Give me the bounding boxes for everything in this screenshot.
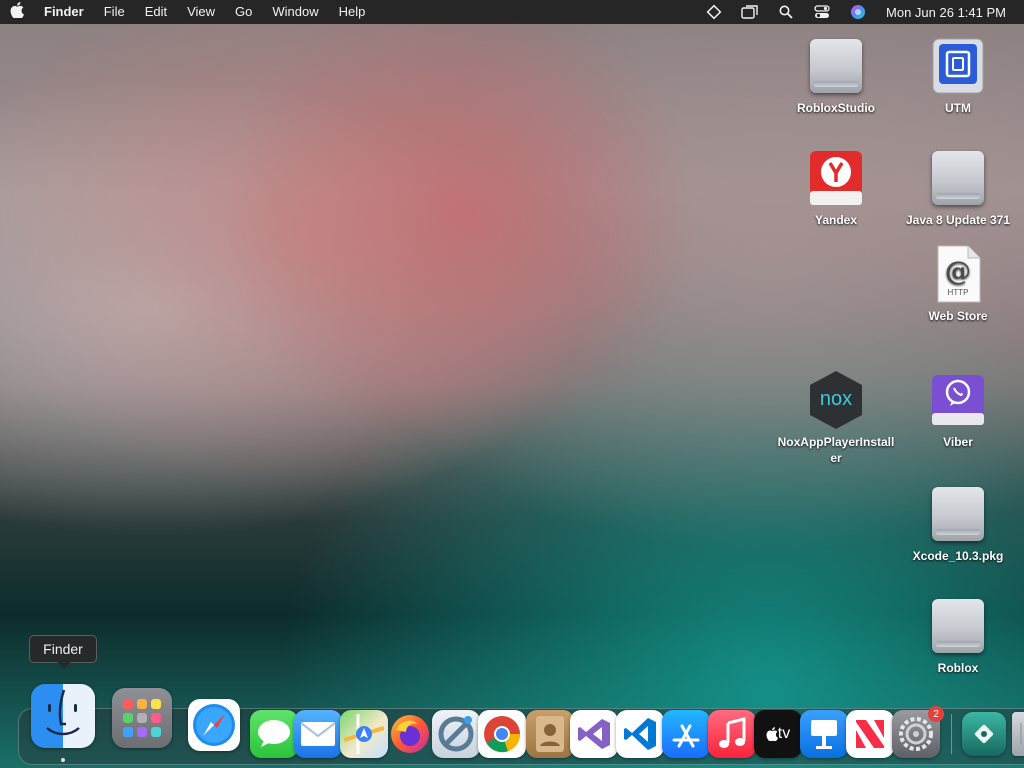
dock-app-music[interactable] [708, 710, 756, 758]
stack-icon [974, 724, 994, 744]
dock-app-messages[interactable] [250, 710, 298, 758]
desktop-item-label: Roblox [937, 661, 979, 675]
nox-logo-text: nox [819, 388, 853, 410]
dock-app-trash[interactable] [1012, 712, 1024, 756]
webloc-badge-label: HTTP [947, 288, 969, 297]
desktop-item-label: Viber [943, 435, 973, 449]
desktop-item-label: Java 8 Update 371 [905, 213, 1011, 227]
no-sign-icon [438, 716, 474, 752]
utm-app-icon [926, 34, 990, 98]
menu-file[interactable]: File [94, 0, 135, 24]
menu-view[interactable]: View [177, 0, 225, 24]
dock-tooltip: Finder [29, 635, 97, 669]
desktop-item-label: UTM [945, 101, 971, 115]
menu-help[interactable]: Help [329, 0, 376, 24]
tv-label: tv [777, 725, 791, 742]
desktop-item-label: Xcode_10.3.pkg [912, 549, 1004, 563]
diamond-icon[interactable] [703, 4, 725, 20]
launchpad-icon [123, 699, 161, 737]
disk-image-icon [926, 146, 990, 210]
safari-icon [193, 704, 235, 746]
desktop-item-xcode-pkg[interactable]: Xcode_10.3.pkg [898, 482, 1018, 564]
dock-app-firefox[interactable] [386, 710, 434, 758]
app-store-icon [672, 724, 700, 748]
apple-icon[interactable] [0, 2, 34, 22]
desktop-item-roblox[interactable]: Roblox [898, 594, 1018, 676]
menu-edit[interactable]: Edit [135, 0, 177, 24]
yandex-app-icon [804, 146, 868, 210]
maps-icon [344, 714, 384, 754]
visual-studio-icon [578, 719, 610, 749]
viber-disk-icon [926, 368, 990, 432]
apple-tv-icon: tv [766, 725, 790, 743]
dock-app-finder[interactable] [31, 684, 95, 748]
menu-window[interactable]: Window [262, 0, 328, 24]
desktop-item-label: Yandex [814, 213, 858, 227]
disk-image-icon [926, 594, 990, 658]
window-icon[interactable] [739, 4, 761, 20]
dock-app-app-store[interactable] [662, 710, 710, 758]
desktop-item-yandex[interactable]: Yandex [776, 146, 896, 228]
desktop-item-nox[interactable]: nox NoxAppPlayerInstaller [776, 368, 896, 466]
dock-app-maps[interactable] [340, 710, 388, 758]
mail-icon [300, 722, 336, 746]
svg-text:@: @ [945, 257, 971, 287]
running-indicator [61, 758, 65, 762]
vscode-icon [624, 718, 656, 750]
menu-bar: Finder File Edit View Go Window Help Mon… [0, 0, 1024, 24]
dock-app-compressor[interactable] [432, 710, 480, 758]
dock-app-contacts[interactable] [526, 710, 574, 758]
firefox-icon [391, 715, 429, 753]
desktop-item-webstore[interactable]: @ HTTP Web Store [898, 242, 1018, 324]
dock-app-launchpad[interactable] [112, 688, 172, 748]
disk-image-icon [804, 34, 868, 98]
control-center-icon[interactable] [811, 4, 833, 20]
dock-app-visual-studio[interactable] [570, 710, 618, 758]
dock-app-chrome[interactable] [478, 710, 526, 758]
dock-app-safari[interactable] [188, 699, 240, 751]
menu-app-name[interactable]: Finder [34, 0, 94, 24]
search-icon[interactable] [775, 4, 797, 20]
dock-app-mail[interactable] [294, 710, 342, 758]
dock-app-tv[interactable]: tv [754, 710, 802, 758]
siri-icon[interactable] [847, 4, 869, 20]
desktop-item-label: NoxAppPlayerInstaller [777, 435, 895, 465]
news-icon [856, 720, 884, 748]
webloc-document-icon: @ HTTP [926, 242, 990, 306]
desktop-item-utm[interactable]: UTM [898, 34, 1018, 116]
notification-badge: 2 [928, 706, 944, 722]
desktop-item-viber[interactable]: Viber [898, 368, 1018, 450]
dock-app-system-settings[interactable]: 2 [892, 706, 944, 758]
trash-icon [1020, 723, 1022, 745]
desktop-item-robloxstudio[interactable]: RobloxStudio [776, 34, 896, 116]
dock-app-news[interactable] [846, 710, 894, 758]
disk-image-icon [926, 482, 990, 546]
finder-icon [46, 689, 80, 736]
nox-app-icon: nox [804, 368, 868, 432]
desktop-item-java[interactable]: Java 8 Update 371 [898, 146, 1018, 228]
menu-go[interactable]: Go [225, 0, 262, 24]
dock-divider [951, 714, 952, 754]
messages-icon [258, 720, 290, 747]
chrome-icon [484, 716, 521, 753]
keynote-icon [811, 720, 837, 749]
desktop-item-label: Web Store [928, 309, 988, 323]
contacts-icon [536, 716, 564, 752]
dock-app-vscode[interactable] [616, 710, 664, 758]
menu-clock[interactable]: Mon Jun 26 1:41 PM [886, 5, 1006, 20]
music-icon [719, 717, 746, 748]
desktop-item-label: RobloxStudio [797, 101, 875, 115]
dock-stack-downloads[interactable] [962, 712, 1006, 756]
dock-app-keynote[interactable] [800, 710, 848, 758]
